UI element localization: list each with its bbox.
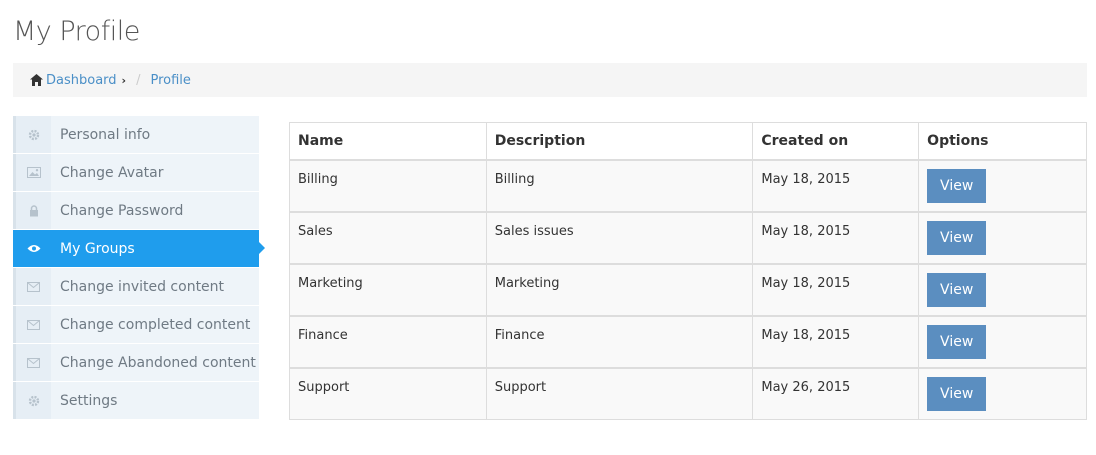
group-created-on: May 18, 2015 xyxy=(752,314,920,368)
envelope-icon xyxy=(13,268,51,305)
group-name: Support xyxy=(289,366,487,420)
breadcrumb-profile-link[interactable]: Profile xyxy=(150,73,190,88)
eye-icon xyxy=(13,230,51,267)
sidebar-item-settings[interactable]: Settings xyxy=(13,382,259,419)
table-row: Marketing Marketing May 18, 2015 View xyxy=(289,262,1087,316)
view-button[interactable]: View xyxy=(927,220,987,255)
image-icon xyxy=(13,154,51,191)
envelope-icon xyxy=(13,306,51,343)
page-title: My Profile xyxy=(13,16,140,47)
column-header-created-on: Created on xyxy=(752,122,920,160)
sidebar-item-label: Settings xyxy=(60,392,118,409)
column-header-options: Options xyxy=(918,122,1087,160)
breadcrumb-dashboard-link[interactable]: Dashboard xyxy=(30,73,117,88)
group-created-on: May 26, 2015 xyxy=(752,366,920,420)
lock-icon xyxy=(13,192,51,229)
sidebar-item-label: Change invited content xyxy=(60,278,225,295)
group-options: View xyxy=(918,158,1087,212)
table-row: Billing Billing May 18, 2015 View xyxy=(289,158,1087,212)
table-row: Sales Sales issues May 18, 2015 View xyxy=(289,210,1087,264)
sidebar-item-label: Change Password xyxy=(60,202,184,219)
breadcrumb-dashboard-label: Dashboard xyxy=(46,72,117,88)
column-header-description: Description xyxy=(485,122,754,160)
sidebar-item-label: My Groups xyxy=(60,240,135,257)
groups-table: Name Description Created on Options Bill… xyxy=(289,122,1087,420)
sidebar-item-personal-info[interactable]: Personal info xyxy=(13,116,259,153)
group-description: Finance xyxy=(485,314,754,368)
group-description: Sales issues xyxy=(485,210,754,264)
group-name: Billing xyxy=(289,158,487,212)
group-options: View xyxy=(918,366,1087,420)
sidebar-item-change-abandoned-content[interactable]: Change Abandoned content xyxy=(13,344,259,381)
table-header-row: Name Description Created on Options xyxy=(289,122,1087,160)
gear-icon xyxy=(13,116,51,153)
sidebar-item-label: Change Abandoned content xyxy=(60,354,256,371)
sidebar-item-change-avatar[interactable]: Change Avatar xyxy=(13,154,259,191)
breadcrumb: Dashboard › / Profile xyxy=(13,63,1087,97)
view-button[interactable]: View xyxy=(927,272,987,307)
view-button[interactable]: View xyxy=(927,168,987,203)
breadcrumb-separator: / xyxy=(136,72,141,88)
group-created-on: May 18, 2015 xyxy=(752,210,920,264)
sidebar-item-change-completed-content[interactable]: Change completed content xyxy=(13,306,259,343)
sidebar-item-label: Change completed content xyxy=(60,316,251,333)
group-options: View xyxy=(918,210,1087,264)
gear-icon xyxy=(13,382,51,419)
group-description: Billing xyxy=(485,158,754,212)
sidebar-item-label: Change Avatar xyxy=(60,164,164,181)
sidebar-item-my-groups[interactable]: My Groups xyxy=(13,230,265,267)
group-name: Marketing xyxy=(289,262,487,316)
table-row: Support Support May 26, 2015 View xyxy=(289,366,1087,420)
view-button[interactable]: View xyxy=(927,376,987,411)
group-created-on: May 18, 2015 xyxy=(752,158,920,212)
group-options: View xyxy=(918,314,1087,368)
group-name: Finance xyxy=(289,314,487,368)
column-header-name: Name xyxy=(289,122,487,160)
group-created-on: May 18, 2015 xyxy=(752,262,920,316)
group-name: Sales xyxy=(289,210,487,264)
sidebar-item-change-password[interactable]: Change Password xyxy=(13,192,259,229)
sidebar-item-label: Personal info xyxy=(60,126,151,143)
sidebar-item-change-invited-content[interactable]: Change invited content xyxy=(13,268,259,305)
envelope-icon xyxy=(13,344,51,381)
group-description: Support xyxy=(485,366,754,420)
home-icon xyxy=(30,74,43,86)
view-button[interactable]: View xyxy=(927,324,987,359)
profile-sidebar: Personal info Change Avatar Change Passw… xyxy=(13,116,265,420)
chevron-right-icon: › xyxy=(121,73,127,87)
group-options: View xyxy=(918,262,1087,316)
table-row: Finance Finance May 18, 2015 View xyxy=(289,314,1087,368)
group-description: Marketing xyxy=(485,262,754,316)
